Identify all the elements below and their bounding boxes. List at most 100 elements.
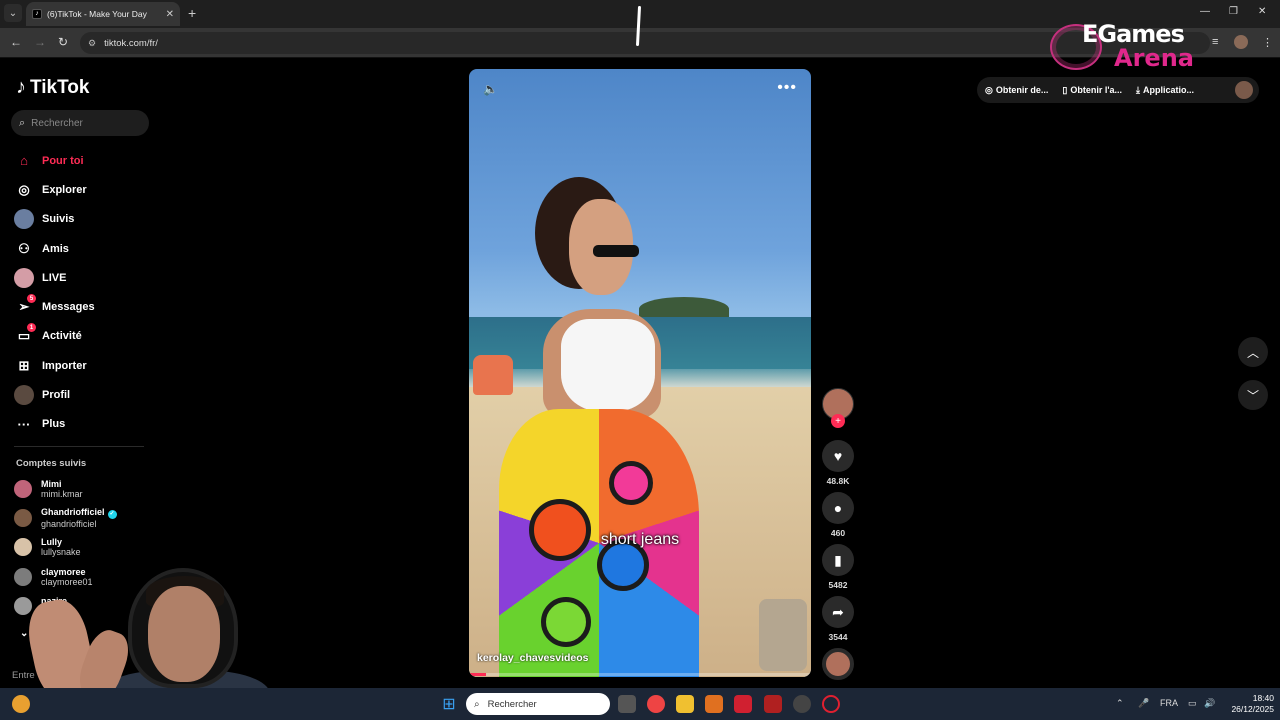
save-action[interactable]: ▮ 5482 [822, 544, 854, 590]
video-player[interactable]: 🔈 ••• short jeans kerolay_chavesvideos [469, 69, 811, 677]
phone-icon: ▯ [1062, 84, 1068, 95]
following-account[interactable]: Mimi mimi.kmar [14, 474, 154, 503]
language-indicator[interactable]: FRA [1160, 698, 1178, 708]
browser-menu-icon[interactable]: ⋮ [1262, 36, 1273, 49]
following-section-title: Comptes suivis [16, 458, 87, 469]
microphone-icon[interactable]: 🎤 [1138, 698, 1149, 709]
sidebar-item-suivis[interactable]: Suivis [14, 205, 154, 234]
back-icon[interactable]: ← [10, 35, 22, 49]
volume-tray-icon[interactable]: 🔊 [1204, 698, 1215, 709]
following-avatar-icon [14, 209, 34, 230]
search-placeholder: Rechercher [31, 117, 83, 129]
file-explorer-icon[interactable] [676, 695, 694, 713]
tab-close-icon[interactable]: ✕ [166, 9, 174, 20]
video-progress-fill [469, 673, 487, 676]
friends-icon: ⚇ [18, 240, 30, 256]
previous-video-button[interactable]: ︿ [1238, 337, 1268, 367]
tiktok-favicon-icon: ♪ [32, 9, 42, 19]
new-tab-button[interactable]: + [188, 5, 196, 21]
avatar [14, 538, 32, 557]
tab-title: (6)TikTok - Make Your Day [47, 9, 147, 19]
video-author[interactable]: kerolay_chavesvideos [477, 652, 589, 664]
search-input[interactable]: ⌕ Rechercher [11, 110, 149, 136]
sidebar-item-messages[interactable]: ➢ 5 Messages [14, 292, 154, 321]
maximize-icon[interactable]: ❐ [1229, 6, 1238, 17]
reload-icon[interactable]: ↻ [58, 35, 68, 49]
verified-badge-icon: ✓ [107, 509, 117, 519]
like-action[interactable]: ♥ 48.8K [822, 440, 854, 486]
sidebar-item-plus[interactable]: ··· Plus [14, 410, 154, 439]
opera-icon[interactable] [822, 695, 840, 713]
get-coins-button[interactable]: ◎ Obtenir de... [985, 85, 1048, 96]
browser-tab[interactable]: ♪ (6)TikTok - Make Your Day ✕ [26, 2, 180, 26]
app-icon[interactable] [764, 695, 782, 713]
messages-icon: ➢ 5 [14, 294, 36, 317]
egames-arena-logo: EGames Arena [1050, 20, 1210, 74]
chrome-icon[interactable] [647, 695, 665, 713]
music-disc[interactable] [822, 648, 854, 680]
video-caption: short jeans [600, 531, 680, 548]
volume-icon[interactable]: 🔈 [483, 82, 498, 96]
weather-icon[interactable] [12, 695, 30, 713]
heart-icon: ♥ [822, 440, 854, 472]
home-icon: ⌂ [20, 153, 28, 169]
taskbar-search[interactable]: ⌕ Rechercher [466, 693, 610, 715]
avatar [14, 508, 32, 527]
download-icon: ⤓ [1135, 84, 1140, 95]
share-count: 3544 [828, 632, 848, 642]
sidebar-item-amis[interactable]: ⚇ Amis [14, 234, 154, 263]
sidebar-item-profil[interactable]: Profil [14, 380, 154, 409]
compass-icon: ◎ [18, 181, 30, 197]
window-close-icon[interactable]: ✕ [1258, 6, 1266, 17]
minimize-icon[interactable]: — [1200, 6, 1210, 17]
search-icon: ⌕ [19, 116, 26, 129]
share-action[interactable]: ➦ 3544 [822, 596, 854, 642]
network-icon[interactable]: ▭ [1188, 698, 1197, 709]
chevron-up-icon: ︿ [1246, 345, 1259, 360]
tray-chevron-up-icon[interactable]: ⌃ [1116, 698, 1124, 709]
comment-action[interactable]: ● 460 [822, 492, 854, 538]
desktop-app-button[interactable]: ⤓ Applicatio... [1136, 85, 1194, 96]
activity-badge: 1 [27, 323, 36, 333]
comment-icon: ● [822, 492, 854, 524]
app-icon[interactable] [793, 695, 811, 713]
site-info-icon[interactable]: ⚙ [88, 38, 96, 49]
get-app-button[interactable]: ▯ Obtenir l'a... [1062, 85, 1122, 96]
bookmark-icon: ▮ [822, 544, 854, 576]
tab-search-chevron-icon[interactable]: ⌄ [4, 4, 22, 22]
sidebar-nav: ⌂ Pour toi ◎ Explorer Suivis ⚇ Amis LIVE… [14, 146, 154, 439]
like-count: 48.8K [826, 476, 850, 486]
sidebar-item-pour-toi[interactable]: ⌂ Pour toi [14, 146, 154, 175]
following-account[interactable]: Ghandriofficiel ✓ ghandriofficiel [14, 503, 154, 532]
tiktok-note-icon: ♪ [16, 76, 26, 98]
task-view-icon[interactable] [618, 695, 636, 713]
browser-profile-avatar[interactable] [1234, 35, 1248, 49]
app-icon[interactable] [734, 695, 752, 713]
share-icon: ➦ [822, 596, 854, 628]
sidebar-item-importer[interactable]: ⊞ Importer [14, 351, 154, 380]
tiktok-logo[interactable]: ♪ TikTok [16, 76, 89, 99]
windows-start-icon[interactable]: ⊞ [440, 695, 458, 713]
sidebar-item-live[interactable]: LIVE [14, 263, 154, 292]
url-field[interactable]: ⚙ tiktok.com/fr/ [80, 32, 1210, 54]
sidebar-item-explorer[interactable]: ◎ Explorer [14, 175, 154, 204]
forward-icon[interactable]: → [34, 35, 46, 49]
user-avatar[interactable] [1235, 81, 1253, 99]
messages-badge: 5 [27, 294, 36, 304]
follow-plus-icon[interactable]: + [831, 414, 845, 428]
more-dots-icon: ··· [17, 416, 31, 432]
save-count: 5482 [828, 580, 848, 590]
next-video-button[interactable]: ﹀ [1238, 380, 1268, 410]
app-icon[interactable] [705, 695, 723, 713]
top-right-bar: ◎ Obtenir de... ▯ Obtenir l'a... ⤓ Applicat… [977, 77, 1259, 103]
sidebar-item-activite[interactable]: ▭ 1 Activité [14, 322, 154, 351]
screen: ⌄ ♪ (6)TikTok - Make Your Day ✕ + — ❐ ✕ … [0, 0, 1280, 720]
following-account[interactable]: Lully lullysnake [14, 533, 154, 562]
reading-list-icon[interactable]: ≡ [1212, 36, 1218, 48]
video-progress-bar[interactable] [469, 673, 811, 676]
video-more-icon[interactable]: ••• [777, 79, 797, 97]
live-avatar-icon [14, 267, 34, 288]
taskbar-clock[interactable]: 18:40 26/12/2025 [1224, 693, 1274, 715]
comment-count: 460 [830, 528, 846, 538]
url-text: tiktok.com/fr/ [104, 37, 158, 49]
